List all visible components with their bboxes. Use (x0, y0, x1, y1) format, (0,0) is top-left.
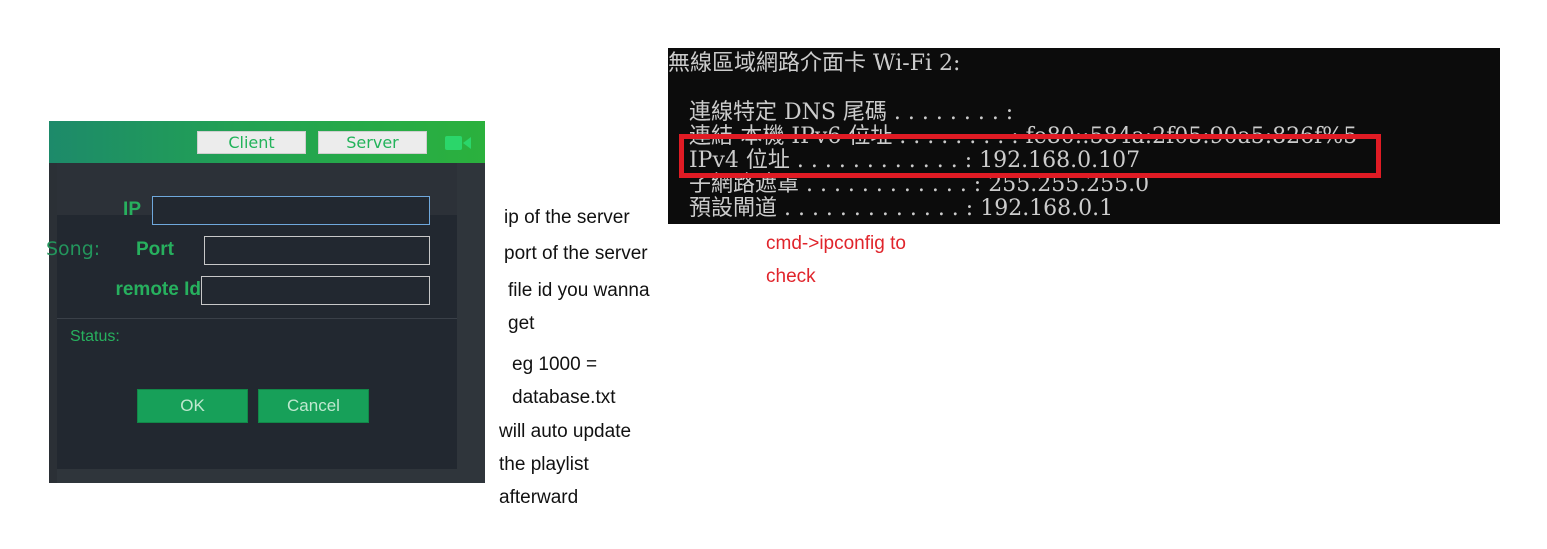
terminal-line: 預設閘道 . . . . . . . . . . . . . : 192.168… (668, 196, 1114, 221)
app-window: Client Server IP Port remote Id Status: … (46, 121, 485, 483)
hint-line2: check (766, 266, 816, 287)
terminal-line: 連線特定 DNS 尾碼 . . . . . . . . : (668, 100, 1014, 125)
song-label: Song: (46, 238, 101, 260)
app-sidebar-strip (49, 163, 57, 483)
note-ip: ip of the server (504, 207, 630, 228)
tab-server[interactable]: Server (318, 131, 427, 154)
note-file-line2: get (508, 313, 535, 334)
ipv4-highlight-box (679, 134, 1381, 178)
cancel-button[interactable]: Cancel (258, 389, 369, 423)
port-label: Port (136, 239, 174, 260)
port-input[interactable] (204, 236, 430, 265)
note-eg-line1: eg 1000 = (512, 354, 598, 375)
ip-input[interactable] (152, 196, 430, 225)
tab-client[interactable]: Client (197, 131, 306, 154)
note-port: port of the server (504, 243, 648, 264)
connect-dialog: IP Port remote Id Status: OK Cancel (57, 163, 457, 469)
status-label: Status: (70, 328, 120, 345)
hint-line1: cmd->ipconfig to (766, 233, 906, 254)
ip-label: IP (123, 199, 141, 220)
note-file-line1: file id you wanna (508, 280, 650, 301)
dialog-divider (57, 318, 457, 319)
video-camera-icon[interactable] (445, 134, 471, 152)
note-auto-line3: afterward (499, 487, 579, 508)
terminal-adapter-header: 無線區域網路介面卡 Wi-Fi 2: (668, 51, 961, 76)
note-auto-line1: will auto update (499, 421, 632, 442)
ok-button[interactable]: OK (137, 389, 248, 423)
remote-id-label: remote Id (115, 279, 201, 300)
note-auto-line2: the playlist (499, 454, 589, 475)
note-eg-line2: database.txt (512, 387, 616, 408)
app-header: Client Server (49, 121, 485, 163)
remote-id-input[interactable] (201, 276, 430, 305)
